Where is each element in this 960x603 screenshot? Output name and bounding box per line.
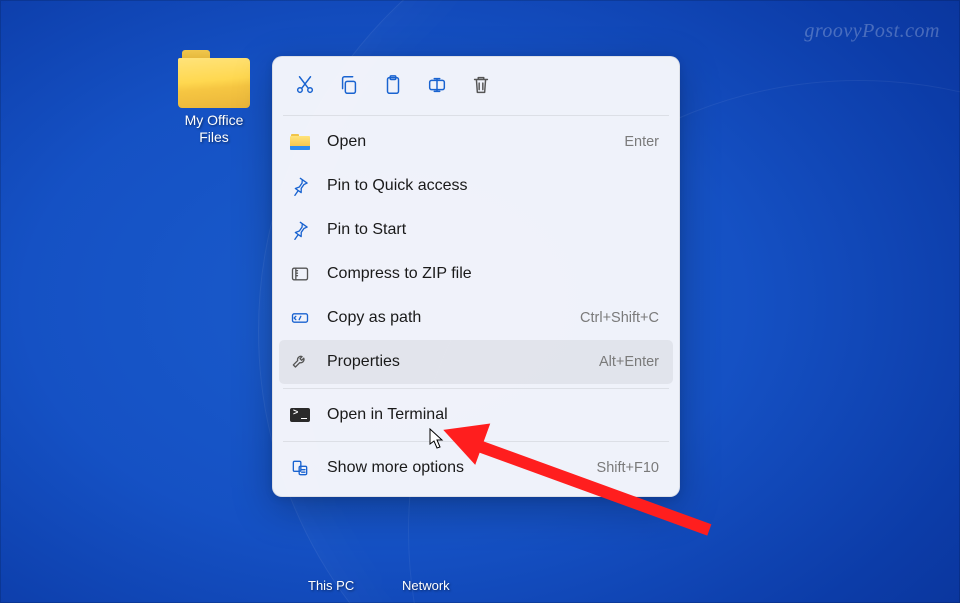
desktop-label-this-pc[interactable]: This PC bbox=[308, 578, 354, 593]
separator bbox=[283, 388, 669, 389]
menu-item-shortcut: Shift+F10 bbox=[597, 460, 659, 476]
menu-item-shortcut: Enter bbox=[624, 134, 659, 150]
menu-item-properties[interactable]: Properties Alt+Enter bbox=[279, 340, 673, 384]
trash-icon bbox=[470, 74, 492, 96]
menu-item-label: Compress to ZIP file bbox=[327, 265, 659, 283]
menu-item-label: Properties bbox=[327, 353, 599, 371]
separator bbox=[283, 115, 669, 116]
copy-icon bbox=[338, 74, 360, 96]
terminal-icon bbox=[289, 404, 311, 426]
pin-icon bbox=[289, 219, 311, 241]
menu-item-label: Pin to Quick access bbox=[327, 177, 659, 195]
delete-button[interactable] bbox=[461, 67, 501, 103]
menu-item-pin-quick-access[interactable]: Pin to Quick access bbox=[279, 164, 673, 208]
path-icon bbox=[289, 307, 311, 329]
desktop-label-network[interactable]: Network bbox=[402, 578, 450, 593]
folder-label: My Office Files bbox=[166, 112, 262, 146]
menu-item-open-terminal[interactable]: Open in Terminal bbox=[279, 393, 673, 437]
context-menu-toolbar bbox=[279, 63, 673, 111]
menu-item-label: Open bbox=[327, 133, 624, 151]
menu-item-label: Show more options bbox=[327, 459, 597, 477]
clipboard-icon bbox=[382, 74, 404, 96]
desktop[interactable]: groovyPost.com My Office Files bbox=[0, 0, 960, 603]
menu-item-shortcut: Alt+Enter bbox=[599, 354, 659, 370]
scissors-icon bbox=[294, 74, 316, 96]
paste-button[interactable] bbox=[373, 67, 413, 103]
rename-button[interactable] bbox=[417, 67, 457, 103]
menu-item-open[interactable]: Open Enter bbox=[279, 120, 673, 164]
folder-icon bbox=[178, 50, 250, 108]
folder-open-icon bbox=[289, 131, 311, 153]
menu-item-copy-as-path[interactable]: Copy as path Ctrl+Shift+C bbox=[279, 296, 673, 340]
menu-item-pin-start[interactable]: Pin to Start bbox=[279, 208, 673, 252]
more-options-icon bbox=[289, 457, 311, 479]
menu-item-shortcut: Ctrl+Shift+C bbox=[580, 310, 659, 326]
rename-icon bbox=[426, 74, 448, 96]
context-menu: Open Enter Pin to Quick access Pin to St… bbox=[272, 56, 680, 497]
menu-item-compress-zip[interactable]: Compress to ZIP file bbox=[279, 252, 673, 296]
watermark-text: groovyPost.com bbox=[804, 20, 940, 43]
menu-item-label: Open in Terminal bbox=[327, 406, 659, 424]
pin-icon bbox=[289, 175, 311, 197]
wrench-icon bbox=[289, 351, 311, 373]
menu-item-label: Pin to Start bbox=[327, 221, 659, 239]
menu-item-label: Copy as path bbox=[327, 309, 580, 327]
cut-button[interactable] bbox=[285, 67, 325, 103]
zip-icon bbox=[289, 263, 311, 285]
menu-item-show-more-options[interactable]: Show more options Shift+F10 bbox=[279, 446, 673, 490]
copy-button[interactable] bbox=[329, 67, 369, 103]
separator bbox=[283, 441, 669, 442]
desktop-folder-my-office-files[interactable]: My Office Files bbox=[166, 50, 262, 146]
